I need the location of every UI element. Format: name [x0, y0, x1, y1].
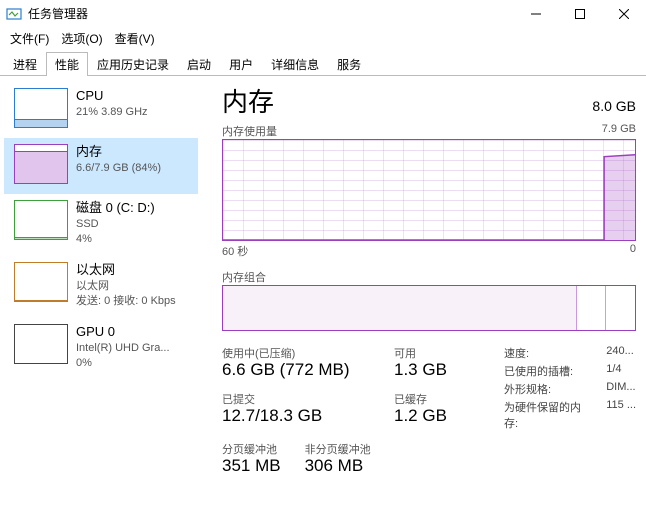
app-icon: [6, 6, 22, 22]
gpu-thumb: [14, 324, 68, 364]
chart-axis-right: 0: [630, 243, 636, 259]
memory-heading: 内存: [222, 82, 274, 119]
main-panel: 内存 8.0 GB 内存使用量 7.9 GB 60 秒 0 内存组合: [204, 76, 646, 521]
tab-details[interactable]: 详细信息: [262, 52, 328, 76]
title-bar: 任务管理器: [0, 0, 646, 28]
perf-sidebar: CPU 21% 3.89 GHz 内存 6.6/7.9 GB (84%) 磁盘 …: [0, 76, 204, 521]
minimize-button[interactable]: [514, 0, 558, 27]
cached-label: 已缓存: [394, 391, 490, 407]
speed-value: 240...: [606, 345, 636, 361]
tab-services[interactable]: 服务: [328, 52, 370, 76]
hw-label: 为硬件保留的内存:: [504, 399, 594, 431]
chart-composition-label: 内存组合: [222, 269, 266, 285]
window-controls: [514, 0, 646, 27]
form-label: 外形规格:: [504, 381, 594, 397]
menu-view[interactable]: 查看(V): [109, 29, 161, 48]
eth-sub1: 以太网: [76, 279, 176, 293]
sidebar-item-ethernet[interactable]: 以太网 以太网 发送: 0 接收: 0 Kbps: [4, 256, 198, 318]
disk-sub2: 4%: [76, 232, 155, 246]
close-button[interactable]: [602, 0, 646, 27]
slots-value: 1/4: [606, 363, 636, 379]
menu-options[interactable]: 选项(O): [55, 29, 108, 48]
cached-value: 1.2 GB: [394, 407, 490, 426]
sidebar-item-gpu[interactable]: GPU 0 Intel(R) UHD Gra... 0%: [4, 318, 198, 380]
committed-label: 已提交: [222, 391, 394, 407]
slots-label: 已使用的插槽:: [504, 363, 594, 379]
paged-value: 351 MB: [222, 457, 281, 476]
memory-thumb: [14, 144, 68, 184]
tab-startup[interactable]: 启动: [178, 52, 220, 76]
nonpaged-label: 非分页缓冲池: [305, 441, 371, 457]
menu-file[interactable]: 文件(F): [4, 29, 55, 48]
speed-label: 速度:: [504, 345, 594, 361]
hw-value: 115 ...: [606, 399, 636, 431]
ethernet-thumb: [14, 262, 68, 302]
tab-performance[interactable]: 性能: [46, 52, 88, 76]
window-title: 任务管理器: [28, 5, 514, 22]
paged-label: 分页缓冲池: [222, 441, 281, 457]
chart-usage-label: 内存使用量: [222, 123, 277, 139]
memory-composition-chart[interactable]: [222, 285, 636, 331]
in-use-value: 6.6 GB (772 MB): [222, 361, 394, 380]
maximize-button[interactable]: [558, 0, 602, 27]
nonpaged-value: 306 MB: [305, 457, 371, 476]
disk-thumb: [14, 200, 68, 240]
disk-sub1: SSD: [76, 217, 155, 231]
gpu-sub1: Intel(R) UHD Gra...: [76, 341, 170, 355]
cpu-thumb: [14, 88, 68, 128]
cpu-name: CPU: [76, 88, 148, 104]
sidebar-item-disk[interactable]: 磁盘 0 (C: D:) SSD 4%: [4, 194, 198, 256]
form-value: DIM...: [606, 381, 636, 397]
menu-bar: 文件(F) 选项(O) 查看(V): [0, 28, 646, 48]
eth-sub2: 发送: 0 接收: 0 Kbps: [76, 294, 176, 308]
sidebar-item-memory[interactable]: 内存 6.6/7.9 GB (84%): [4, 138, 198, 194]
memory-name: 内存: [76, 144, 161, 160]
tab-strip: 进程 性能 应用历史记录 启动 用户 详细信息 服务: [0, 54, 646, 76]
memory-usage-chart[interactable]: [222, 139, 636, 241]
memory-total: 8.0 GB: [592, 90, 636, 114]
memory-sub: 6.6/7.9 GB (84%): [76, 161, 161, 175]
chart-usage-max: 7.9 GB: [602, 123, 636, 139]
eth-name: 以太网: [76, 262, 176, 278]
in-use-label: 使用中(已压缩): [222, 345, 394, 361]
committed-value: 12.7/18.3 GB: [222, 407, 394, 426]
tab-users[interactable]: 用户: [220, 52, 262, 76]
tab-app-history[interactable]: 应用历史记录: [88, 52, 178, 76]
tab-processes[interactable]: 进程: [4, 52, 46, 76]
gpu-sub2: 0%: [76, 356, 170, 370]
avail-label: 可用: [394, 345, 490, 361]
cpu-sub: 21% 3.89 GHz: [76, 105, 148, 119]
chart-axis-left: 60 秒: [222, 243, 248, 259]
avail-value: 1.3 GB: [394, 361, 490, 380]
gpu-name: GPU 0: [76, 324, 170, 340]
disk-name: 磁盘 0 (C: D:): [76, 200, 155, 216]
sidebar-item-cpu[interactable]: CPU 21% 3.89 GHz: [4, 82, 198, 138]
